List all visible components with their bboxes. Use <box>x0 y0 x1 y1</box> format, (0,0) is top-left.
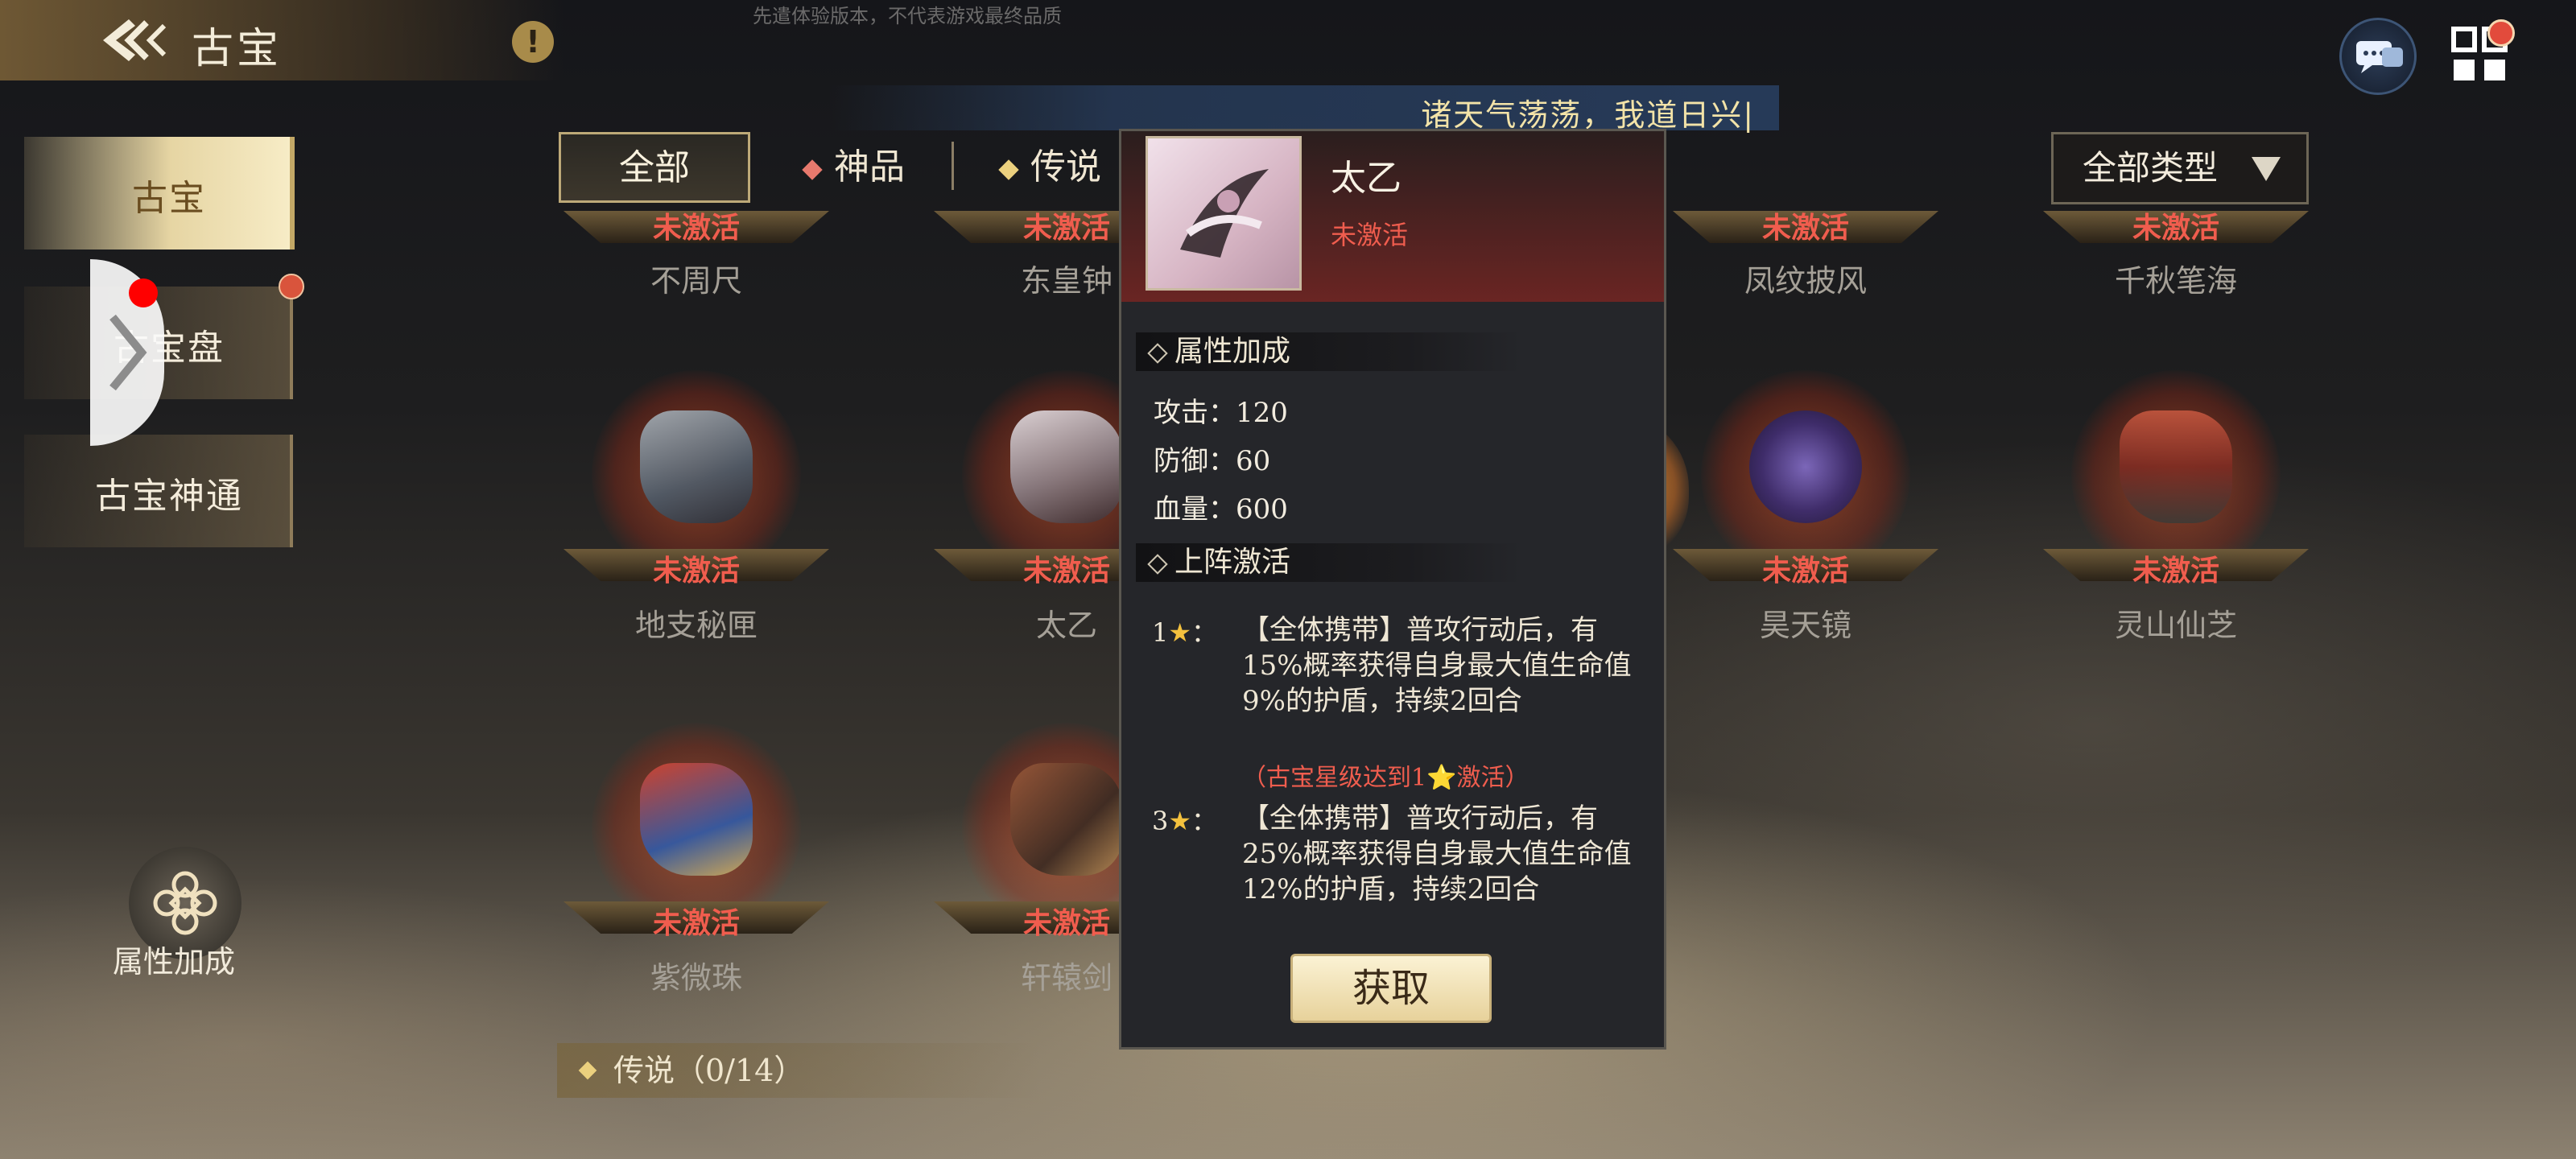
attribute-bonus-label: 属性加成 <box>113 944 236 980</box>
type-filter-dropdown[interactable]: 全部类型 <box>2051 132 2309 204</box>
red-dot-badge <box>129 278 158 307</box>
artifact-image <box>1010 763 1123 876</box>
artifact-name: 昊天镜 <box>1759 608 1852 643</box>
artifact-image <box>640 410 753 523</box>
effect-level: 1★： <box>1152 617 1218 648</box>
knot-icon <box>153 871 217 935</box>
page-title: 古宝 <box>192 25 283 73</box>
section-activation: 上阵激活 <box>1136 543 1522 582</box>
artifact-name: 地支秘匣 <box>634 608 758 643</box>
stat-hp: 血量：600 <box>1154 493 1288 526</box>
detail-status: 未激活 <box>1331 220 1409 250</box>
artifact-status: 未激活 <box>652 554 740 588</box>
artifact-card[interactable]: 未激活 灵山仙芝 <box>2043 370 2309 643</box>
version-watermark: 先遣体验版本，不代表游戏最终品质 <box>753 5 1062 27</box>
notification-badge <box>2487 19 2515 47</box>
artifact-status: 未激活 <box>2132 554 2219 588</box>
artifact-image <box>2120 410 2232 523</box>
section-title: 上阵激活 <box>1174 546 1291 579</box>
back-arrow-icon <box>103 19 167 61</box>
artifact-card[interactable]: 未激活 紫微珠 <box>564 723 829 996</box>
tab-all[interactable]: 全部 <box>559 132 750 203</box>
artifact-status: 未激活 <box>1761 554 1849 588</box>
artifact-image <box>1749 410 1862 523</box>
section-attribute-bonus: 属性加成 <box>1136 332 1522 371</box>
artifact-image <box>640 763 753 876</box>
diamond-icon <box>1147 343 1168 364</box>
artifact-status: 未激活 <box>652 906 740 940</box>
dropdown-arrow-icon <box>2252 157 2281 181</box>
diamond-icon <box>578 1061 597 1080</box>
sidebar-item-label: 古宝神通 <box>95 476 243 517</box>
artifact-name: 紫微珠 <box>650 960 742 996</box>
diamond-icon <box>998 159 1019 180</box>
sidebar-item-gubao[interactable]: 古宝 <box>24 137 295 250</box>
star-icon: ★ <box>1168 806 1192 836</box>
effect-description: 【全体携带】普攻行动后，有25%概率获得自身最大值生命值12%的护盾，持续2回合 <box>1242 802 1632 905</box>
artifact-name: 灵山仙芝 <box>2114 608 2237 643</box>
diamond-icon <box>802 159 823 180</box>
red-dot-badge <box>279 274 304 299</box>
obtain-button[interactable]: 获取 <box>1290 954 1492 1023</box>
artifact-card[interactable]: 未激活 昊天镜 <box>1673 370 1938 643</box>
info-icon[interactable]: ! <box>512 21 554 63</box>
effect-description: 【全体携带】普攻行动后，有15%概率获得自身最大值生命值9%的护盾，持续2回合 <box>1242 614 1632 717</box>
announcement-text: 诸天气荡荡，我道日兴| <box>1421 97 1755 133</box>
artifact-card[interactable]: 未激活 地支秘匣 <box>564 370 829 643</box>
stat-defense: 防御：60 <box>1154 445 1271 477</box>
star-icon: ★ <box>1168 617 1192 648</box>
diamond-icon <box>1147 554 1168 575</box>
sidebar-item-shentong[interactable]: 古宝神通 <box>24 435 293 547</box>
artifact-status: 未激活 <box>652 211 740 245</box>
artifact-portrait-icon <box>1180 169 1269 258</box>
sidebar-item-label: 古宝 <box>132 178 206 219</box>
artifact-status: 未激活 <box>1761 211 1849 245</box>
tab-label: 传说 <box>1030 146 1101 188</box>
artifact-image <box>1010 410 1123 523</box>
tab-divider <box>952 142 954 190</box>
artifact-thumbnail <box>1146 136 1302 291</box>
announcement-banner: 诸天气荡荡，我道日兴| <box>829 85 1779 133</box>
detail-name: 太乙 <box>1331 158 1402 199</box>
stat-attack: 攻击：120 <box>1154 397 1288 429</box>
chat-icon[interactable] <box>2339 18 2417 95</box>
effect-level: 3★： <box>1152 806 1218 836</box>
chevron-right-icon <box>109 314 147 391</box>
back-button[interactable] <box>97 14 169 66</box>
sidebar-item-label: 古宝盘 <box>114 328 225 369</box>
legend-section-label: 传说（0/14） <box>613 1053 805 1088</box>
legend-section-header: 传说（0/14） <box>557 1043 1040 1098</box>
tab-chuanshuo[interactable]: 传说 <box>998 132 1101 203</box>
artifact-status: 未激活 <box>2132 211 2219 245</box>
artifact-name: 凤纹披风 <box>1744 263 1867 299</box>
section-title: 属性加成 <box>1174 335 1291 368</box>
artifact-name: 不周尺 <box>650 263 742 299</box>
tab-shenpin[interactable]: 神品 <box>802 132 905 203</box>
type-filter-label: 全部类型 <box>2083 148 2219 188</box>
effect-condition: （古宝星级达到1⭐激活） <box>1242 764 1530 792</box>
artifact-name: 千秋笔海 <box>2114 263 2237 299</box>
artifact-detail-popup: 太乙 未激活 属性加成 攻击：120 防御：60 血量：600 上阵激活 1★：… <box>1119 129 1666 1050</box>
tab-label: 神品 <box>834 146 905 188</box>
